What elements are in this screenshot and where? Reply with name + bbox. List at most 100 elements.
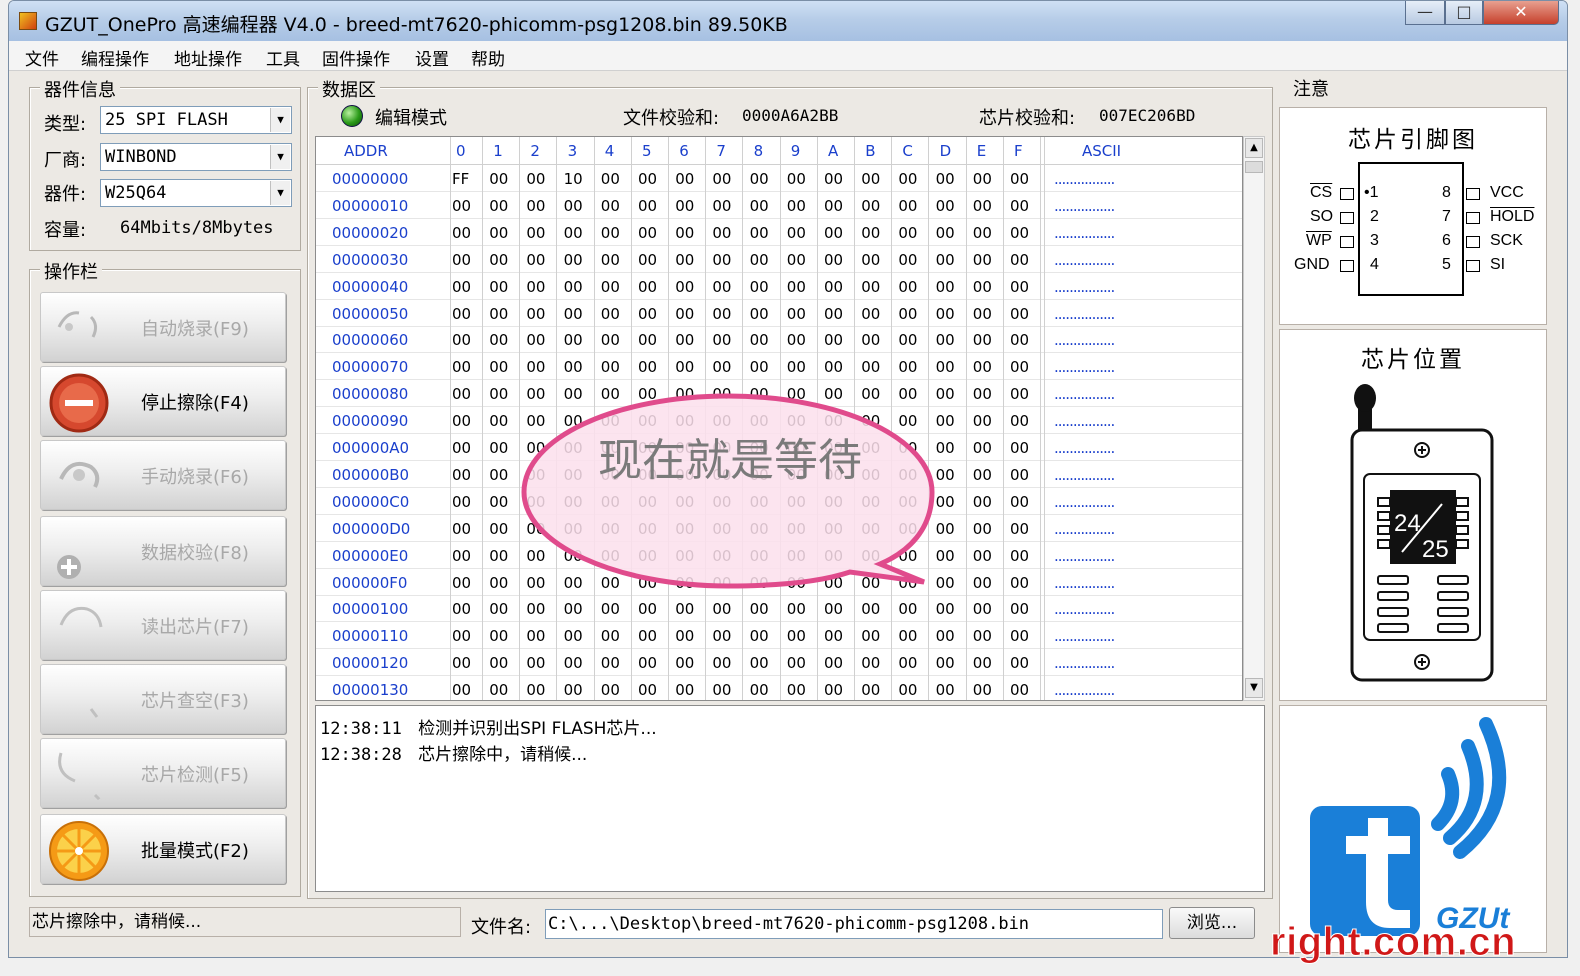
hex-byte[interactable]: 00	[489, 493, 508, 511]
hex-byte[interactable]: 00	[526, 170, 545, 188]
hex-byte[interactable]: 00	[750, 331, 769, 349]
hex-byte[interactable]: 00	[1010, 197, 1029, 215]
hex-byte[interactable]: 00	[1010, 654, 1029, 672]
hex-byte[interactable]: 00	[452, 251, 471, 269]
hex-byte[interactable]: 00	[936, 358, 955, 376]
hex-byte[interactable]: 00	[675, 278, 694, 296]
scroll-down-icon[interactable]: ▼	[1245, 678, 1263, 698]
hex-byte[interactable]: 00	[564, 358, 583, 376]
hex-byte[interactable]: 00	[750, 681, 769, 699]
menu-file[interactable]: 文件	[25, 45, 59, 70]
hex-byte[interactable]: 00	[824, 305, 843, 323]
hex-byte[interactable]: 00	[824, 331, 843, 349]
hex-byte[interactable]: 00	[526, 251, 545, 269]
hex-byte[interactable]: 00	[787, 331, 806, 349]
hex-byte[interactable]: 00	[638, 627, 657, 645]
hex-byte[interactable]: 00	[601, 278, 620, 296]
hex-byte[interactable]: 00	[1010, 466, 1029, 484]
hex-byte[interactable]: 00	[564, 278, 583, 296]
hex-byte[interactable]: 00	[824, 224, 843, 242]
hex-byte[interactable]: 00	[973, 493, 992, 511]
hex-byte[interactable]: 00	[973, 466, 992, 484]
hex-byte[interactable]: 00	[824, 654, 843, 672]
hex-byte[interactable]: 00	[526, 654, 545, 672]
hex-byte[interactable]: 10	[564, 170, 583, 188]
hex-byte[interactable]: 00	[489, 358, 508, 376]
hex-byte[interactable]: 00	[750, 600, 769, 618]
hex-byte[interactable]: 00	[712, 305, 731, 323]
hex-byte[interactable]: 00	[973, 331, 992, 349]
hex-byte[interactable]: 00	[861, 197, 880, 215]
hex-byte[interactable]: 00	[526, 278, 545, 296]
hex-byte[interactable]: 00	[973, 305, 992, 323]
hex-byte[interactable]: 00	[898, 358, 917, 376]
hex-byte[interactable]: 00	[638, 600, 657, 618]
chip-detect-button[interactable]: 芯片检测(F5)	[40, 738, 286, 808]
hex-byte[interactable]: 00	[898, 600, 917, 618]
hex-byte[interactable]: 00	[936, 224, 955, 242]
hex-scrollbar[interactable]: ▲ ▼	[1243, 136, 1265, 701]
batch-mode-button[interactable]: 批量模式(F2)	[40, 814, 286, 884]
hex-byte[interactable]: 00	[638, 331, 657, 349]
hex-byte[interactable]: 00	[489, 439, 508, 457]
hex-byte[interactable]: 00	[526, 358, 545, 376]
hex-byte[interactable]: 00	[787, 197, 806, 215]
hex-byte[interactable]: 00	[638, 278, 657, 296]
hex-byte[interactable]: 00	[861, 251, 880, 269]
hex-byte[interactable]: 00	[601, 627, 620, 645]
hex-byte[interactable]: 00	[489, 251, 508, 269]
hex-byte[interactable]: 00	[824, 600, 843, 618]
hex-byte[interactable]: 00	[1010, 385, 1029, 403]
hex-byte[interactable]: 00	[898, 305, 917, 323]
hex-byte[interactable]: 00	[564, 331, 583, 349]
hex-byte[interactable]: 00	[601, 305, 620, 323]
hex-byte[interactable]: 00	[712, 331, 731, 349]
hex-byte[interactable]: 00	[1010, 224, 1029, 242]
hex-byte[interactable]: 00	[861, 278, 880, 296]
chevron-down-icon[interactable]: ▼	[270, 145, 290, 169]
hex-byte[interactable]: 00	[973, 600, 992, 618]
hex-byte[interactable]: 00	[638, 224, 657, 242]
manual-burn-button[interactable]: 手动烧录(F6)	[40, 440, 286, 510]
hex-byte[interactable]: 00	[601, 358, 620, 376]
hex-byte[interactable]: 00	[526, 305, 545, 323]
read-chip-button[interactable]: 读出芯片(F7)	[40, 590, 286, 660]
hex-byte[interactable]: 00	[489, 331, 508, 349]
hex-byte[interactable]: 00	[787, 170, 806, 188]
hex-byte[interactable]: 00	[936, 466, 955, 484]
hex-byte[interactable]: 00	[452, 358, 471, 376]
hex-byte[interactable]: 00	[675, 197, 694, 215]
hex-byte[interactable]: 00	[824, 681, 843, 699]
hex-byte[interactable]: 00	[638, 681, 657, 699]
hex-byte[interactable]: 00	[973, 627, 992, 645]
hex-byte[interactable]: 00	[638, 251, 657, 269]
hex-byte[interactable]: 00	[489, 466, 508, 484]
blank-check-button[interactable]: 芯片查空(F3)	[40, 664, 286, 734]
hex-byte[interactable]: 00	[936, 170, 955, 188]
hex-byte[interactable]: 00	[675, 305, 694, 323]
hex-byte[interactable]: 00	[489, 170, 508, 188]
minimize-button[interactable]: —	[1405, 1, 1445, 25]
hex-byte[interactable]: 00	[489, 574, 508, 592]
hex-byte[interactable]: 00	[452, 574, 471, 592]
hex-byte[interactable]: 00	[750, 224, 769, 242]
hex-byte[interactable]: 00	[489, 600, 508, 618]
hex-byte[interactable]: 00	[750, 654, 769, 672]
hex-byte[interactable]: 00	[489, 224, 508, 242]
hex-byte[interactable]: 00	[898, 627, 917, 645]
hex-byte[interactable]: 00	[712, 197, 731, 215]
hex-byte[interactable]: 00	[750, 305, 769, 323]
hex-byte[interactable]: 00	[861, 681, 880, 699]
hex-byte[interactable]: FF	[452, 170, 469, 188]
vendor-select[interactable]: WINBOND ▼	[100, 143, 292, 171]
chevron-down-icon[interactable]: ▼	[270, 108, 290, 132]
hex-byte[interactable]: 00	[452, 520, 471, 538]
hex-byte[interactable]: 00	[936, 251, 955, 269]
hex-byte[interactable]: 00	[936, 600, 955, 618]
hex-byte[interactable]: 00	[973, 197, 992, 215]
hex-byte[interactable]: 00	[936, 439, 955, 457]
hex-byte[interactable]: 00	[787, 627, 806, 645]
hex-byte[interactable]: 00	[787, 224, 806, 242]
hex-byte[interactable]: 00	[526, 331, 545, 349]
scroll-up-icon[interactable]: ▲	[1245, 138, 1263, 158]
